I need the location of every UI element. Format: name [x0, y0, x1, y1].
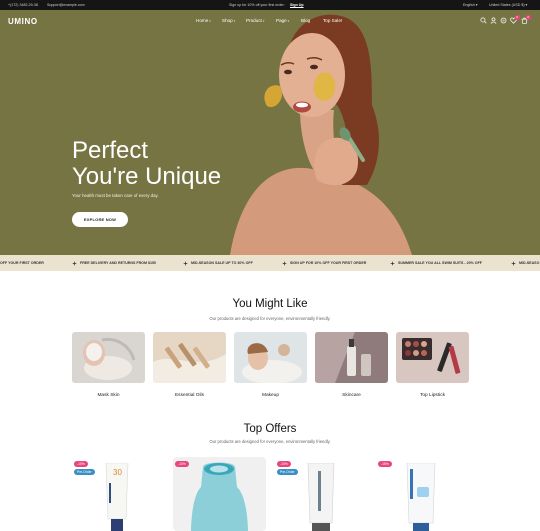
svg-text:30: 30	[113, 468, 122, 477]
phone-number[interactable]: +(172) 3482-29-38	[8, 3, 38, 7]
category-card-skincare[interactable]: Skincare	[315, 332, 388, 398]
announcement-bar: +(172) 3482-29-38 Support@example.com Si…	[0, 0, 540, 10]
hero-title: Perfect You're Unique	[72, 137, 222, 190]
user-icon[interactable]	[490, 17, 497, 24]
chevron-down-icon: ▾	[209, 19, 211, 23]
product-tube	[406, 463, 436, 531]
support-email[interactable]: Support@example.com	[47, 3, 85, 7]
marquee-item: SUMMER SALE YOU ALL SWIM SUITS - 20% OFF	[398, 261, 482, 265]
category-card-makeup[interactable]: Makeup	[234, 332, 307, 398]
product-card[interactable]: -15%	[376, 457, 469, 531]
signup-link[interactable]: Sign Up	[290, 3, 304, 7]
category-label: Skincare	[342, 393, 361, 398]
explore-now-button[interactable]: EXPLORE NOW	[72, 212, 128, 227]
category-label: Makeup	[261, 393, 280, 398]
marquee-item: OFF YOUR FIRST ORDER	[0, 261, 44, 265]
nav-shop[interactable]: Shop▾	[222, 18, 235, 24]
nav-home[interactable]: Home▾	[196, 18, 211, 24]
category-image	[234, 332, 307, 384]
site-logo[interactable]: UMINO	[8, 17, 38, 26]
pre-order-badge: Pre-Order	[74, 469, 95, 475]
hero-model-image	[230, 14, 412, 255]
wishlist-count-badge: 0	[515, 15, 520, 20]
star-icon	[72, 260, 77, 266]
chevron-down-icon: ▾	[233, 19, 236, 23]
category-image	[153, 332, 226, 383]
language-select[interactable]: English ▾	[463, 3, 478, 7]
marquee-item: MID-SEASON SALE UP TO 30% OFF	[191, 261, 253, 265]
category-label: Mask Skin	[97, 393, 120, 398]
currency-select[interactable]: United States (USD $) ▾	[489, 3, 527, 7]
marquee-item: MID-SEASO	[519, 261, 540, 265]
star-icon	[183, 260, 188, 266]
promo-marquee: OFF YOUR FIRST ORDER FREE DELIVERY AND R…	[0, 255, 540, 271]
category-image	[396, 332, 469, 383]
marquee-item: SIGN UP FOR 10% OFF YOUR FIRST ORDER	[290, 261, 367, 265]
nav-product[interactable]: Product▾	[246, 18, 264, 24]
product-dropper-bottle	[191, 462, 248, 531]
product-card[interactable]: -10%	[173, 457, 266, 531]
hero-banner: UMINO Home▾ Shop▾ Product▾ Page▾ Blog To…	[0, 10, 540, 255]
promo-text: Sign up for 10% off your first order:	[229, 3, 285, 7]
category-card-top-lipstick[interactable]: Top Lipstick	[396, 332, 469, 398]
marquee-item: FREE DELIVERY AND RETURNS FROM $150	[80, 261, 156, 265]
product-card[interactable]: -10% Pre-Order	[275, 457, 368, 531]
star-icon	[282, 260, 287, 266]
pre-order-badge: Pre-Order	[277, 469, 298, 475]
chevron-down-icon: ▾	[287, 19, 290, 23]
might-like-title: You Might Like	[232, 298, 308, 310]
hero-subtitle: Your health must be taken care of every …	[72, 193, 159, 198]
top-offers-title: Top Offers	[243, 423, 297, 435]
product-card[interactable]: 30 -10% Pre-Order	[72, 457, 165, 531]
discount-badge: -10%	[277, 461, 291, 467]
product-tube	[307, 463, 335, 531]
category-label: Essential Oils	[174, 393, 205, 398]
might-like-subtitle: Our products are designed for everyone, …	[209, 316, 331, 321]
category-image	[315, 332, 388, 383]
category-image	[72, 332, 145, 383]
discount-badge: -15%	[378, 461, 392, 467]
product-bottle: 30	[105, 463, 129, 531]
discount-badge: -10%	[74, 461, 88, 467]
nav-blog[interactable]: Blog	[301, 18, 310, 24]
star-icon	[390, 260, 395, 266]
category-card-mask-skin[interactable]: Mask Skin	[72, 332, 145, 398]
category-card-essential-oils[interactable]: Essential Oils	[153, 332, 226, 398]
nav-top-sale[interactable]: Top Sale!	[323, 18, 342, 24]
product-image	[376, 457, 469, 531]
compare-icon[interactable]	[500, 17, 507, 24]
cart-count-badge: 0	[526, 15, 531, 20]
search-icon[interactable]	[480, 17, 487, 24]
star-icon	[511, 260, 516, 266]
nav-page[interactable]: Page▾	[276, 18, 289, 24]
discount-badge: -10%	[175, 461, 189, 467]
chevron-down-icon: ▾	[262, 19, 265, 23]
category-label: Top Lipstick	[419, 393, 446, 398]
top-offers-subtitle: Our products are designed for everyone, …	[209, 439, 331, 444]
product-image	[173, 457, 266, 531]
